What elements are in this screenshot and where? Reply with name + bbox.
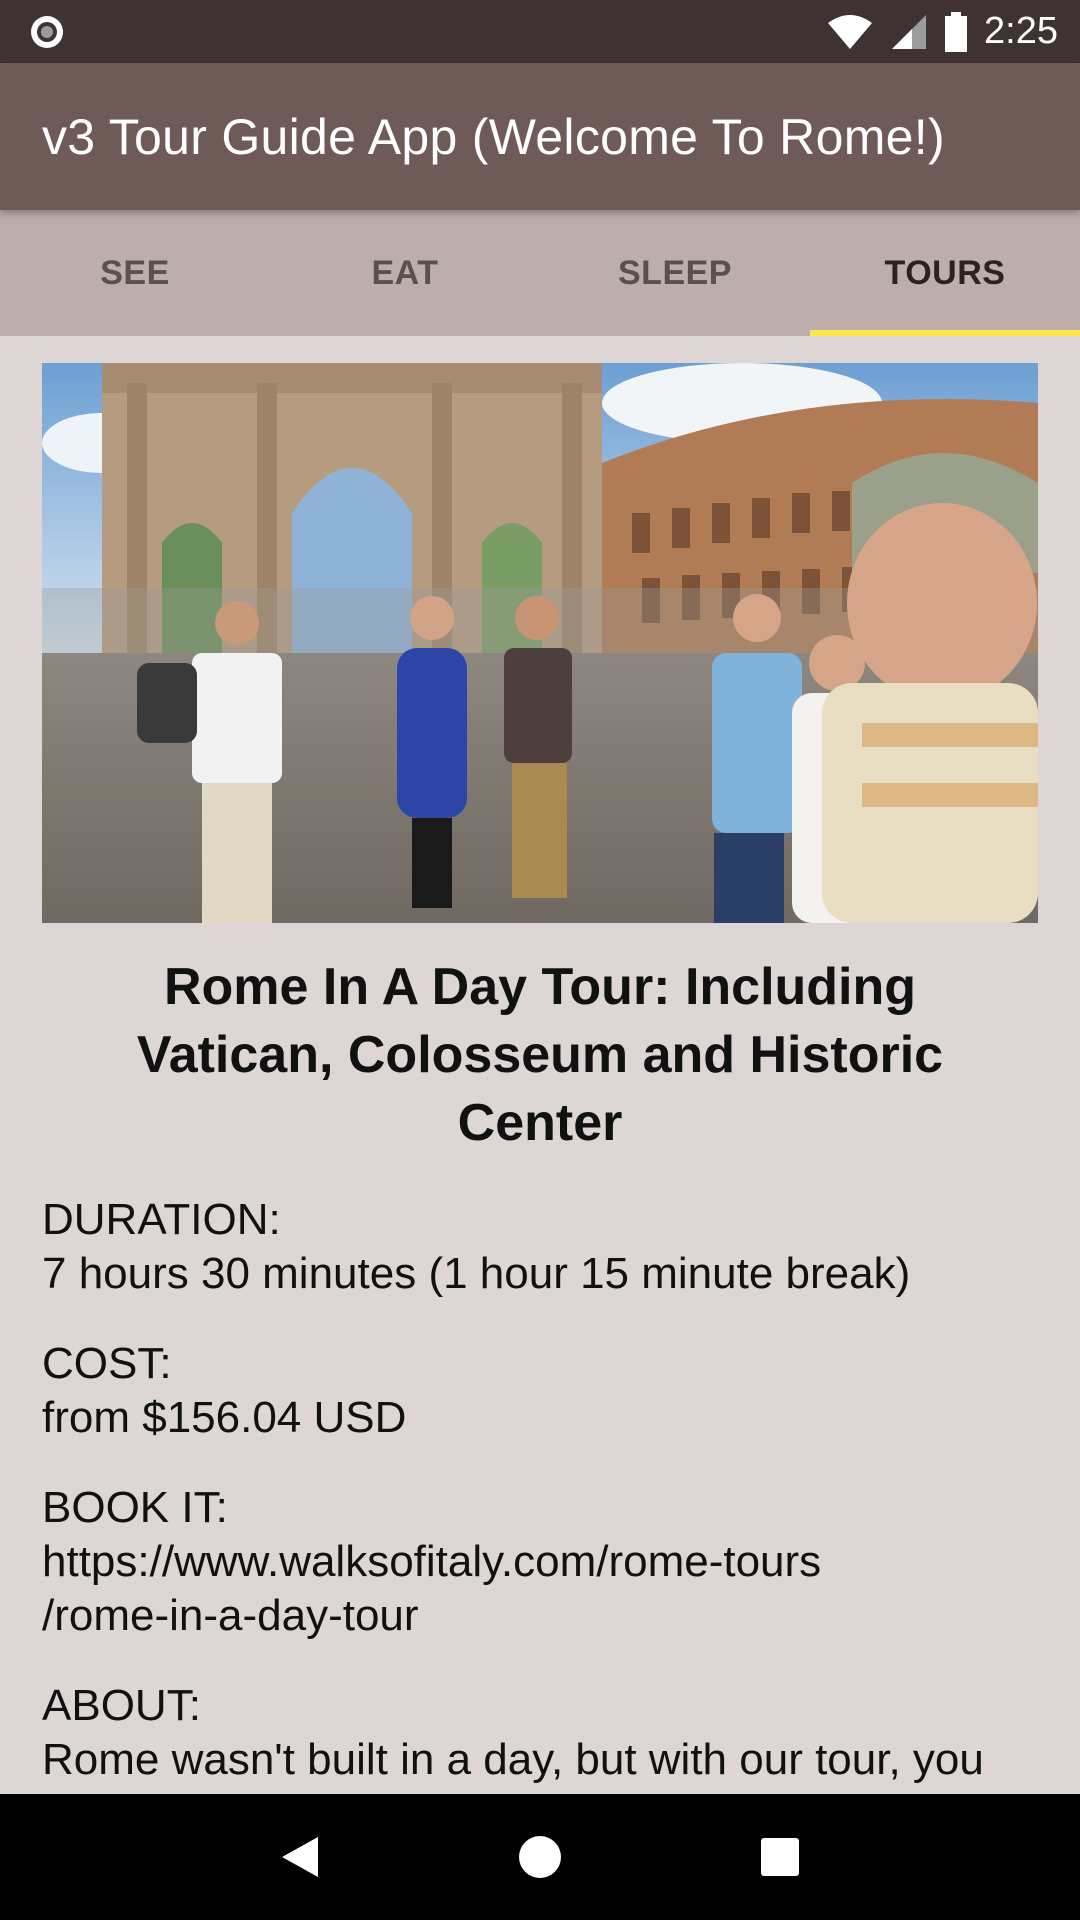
about-label: ABOUT: [42,1681,201,1730]
signal-icon [892,14,927,49]
status-bar: 2:25 [0,0,1080,63]
notification-circle-icon [31,16,63,48]
recents-icon [761,1838,799,1876]
tour-title: Rome In A Day Tour: Including Vatican, C… [136,958,944,1152]
tab-bar: SEE EAT SLEEP TOURS [0,210,1080,336]
about-section: ABOUT: Rome wasn't built in a day, but w… [42,1679,1038,1794]
tour-photo [42,363,1038,923]
book-link-line-1[interactable]: https://www.walksofitaly.com/rome-tours [42,1535,1038,1589]
duration-section: DURATION: 7 hours 30 minutes (1 hour 15 … [42,1193,1038,1301]
home-icon [519,1836,561,1878]
app-bar: v3 Tour Guide App (Welcome To Rome!) [0,63,1080,210]
back-button[interactable] [270,1827,330,1887]
cost-label: COST: [42,1339,172,1388]
duration-label: DURATION: [42,1195,281,1244]
status-time: 2:25 [984,10,1058,52]
duration-value: 7 hours 30 minutes (1 hour 15 minute bre… [42,1249,911,1298]
cost-section: COST: from $156.04 USD [42,1337,1038,1445]
about-value: Rome wasn't built in a day, but with our… [42,1735,984,1794]
tab-eat[interactable]: EAT [270,210,540,336]
book-label: BOOK IT: [42,1483,228,1532]
wifi-icon [828,14,873,49]
back-icon [282,1837,318,1877]
home-button[interactable] [510,1827,570,1887]
book-link-line-2[interactable]: /rome-in-a-day-tour [42,1589,1038,1643]
recents-button[interactable] [750,1827,810,1887]
tab-tours[interactable]: TOURS [810,210,1080,336]
tab-sleep[interactable]: SLEEP [540,210,810,336]
app-title: v3 Tour Guide App (Welcome To Rome!) [42,108,945,165]
tab-see[interactable]: SEE [0,210,270,336]
battery-icon [945,11,968,52]
tour-photo-illustration [42,363,1038,923]
book-section: BOOK IT: https://www.walksofitaly.com/ro… [42,1481,1038,1643]
navigation-bar [0,1794,1080,1920]
cost-value: from $156.04 USD [42,1393,407,1442]
tour-detail-content[interactable]: Rome In A Day Tour: Including Vatican, C… [0,336,1080,1794]
